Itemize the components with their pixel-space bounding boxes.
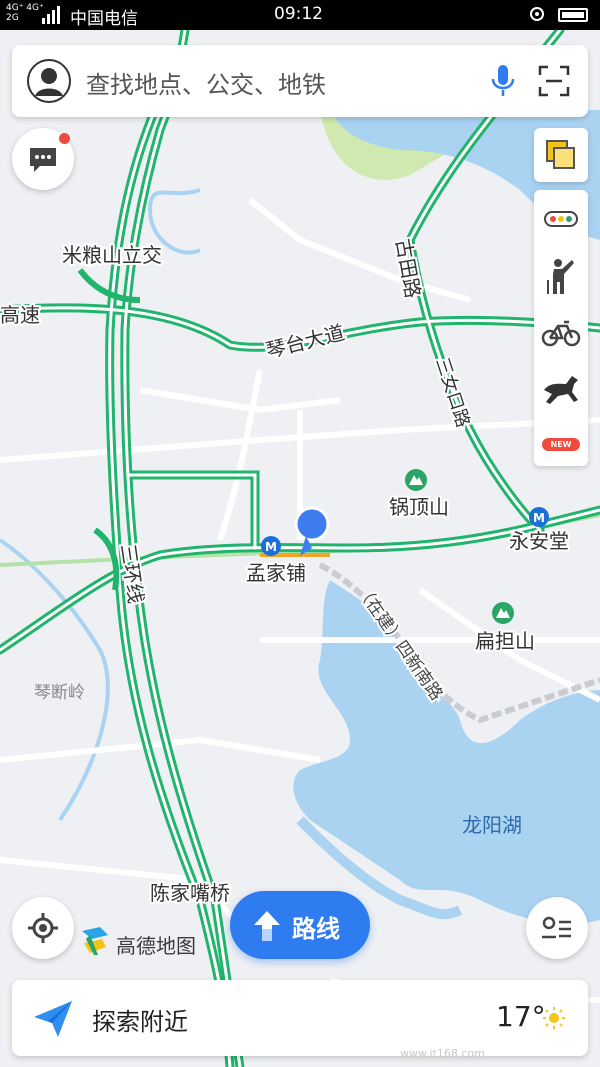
hail-taxi-button[interactable] [534, 250, 588, 304]
map-tools-panel: NEW [534, 190, 588, 466]
user-avatar-icon[interactable] [26, 58, 72, 104]
locate-button[interactable] [12, 897, 74, 959]
label-mengjiapu: 孟家铺 [246, 561, 306, 585]
crosshair-icon [28, 913, 58, 943]
route-button[interactable]: 路线 [230, 891, 370, 959]
metro-station-yonganta[interactable]: M [529, 507, 549, 527]
mountain-icon-biandanshan [492, 602, 514, 624]
bike-button[interactable] [534, 306, 588, 360]
label-yonganta: 永安堂 [509, 529, 569, 553]
scan-icon[interactable] [538, 65, 570, 97]
layers-button[interactable] [534, 128, 588, 182]
network-indicator: 4G⁺ 4G⁺ 2G [6, 3, 44, 23]
horse-icon [544, 376, 578, 404]
svg-text:M: M [265, 540, 277, 554]
network-top: 4G⁺ 4G⁺ [6, 3, 44, 13]
search-input[interactable]: 查找地点、公交、地铁 [86, 65, 326, 100]
label-biandanshan: 扁担山 [475, 629, 535, 653]
list-button[interactable] [526, 897, 588, 959]
route-button-label: 路线 [292, 915, 340, 943]
layers-icon [546, 140, 575, 169]
temperature: 17° [496, 1000, 546, 1033]
list-icon [542, 916, 571, 939]
amap-logo-icon [82, 927, 108, 955]
label-gudingshan: 锅顶山 [389, 495, 449, 519]
carrier-name: 中国电信 [70, 9, 138, 29]
explore-nearby-card[interactable]: 探索附近 17° [12, 980, 588, 1056]
traffic-button[interactable] [534, 194, 588, 248]
horse-button[interactable] [534, 362, 588, 416]
location-status-icon [530, 7, 544, 21]
traffic-icon [544, 211, 578, 227]
notification-dot [59, 133, 70, 144]
clock: 09:12 [274, 4, 323, 24]
bike-icon [541, 320, 581, 347]
network-bottom: 2G [6, 13, 19, 23]
label-qinduanling: 琴断岭 [34, 683, 85, 703]
microphone-icon[interactable] [490, 63, 516, 99]
brand-name: 高德地图 [116, 934, 196, 958]
label-milianshan: 米粮山立交 [62, 243, 162, 267]
mountain-icon-gudingshan [405, 469, 427, 491]
new-badge: NEW [542, 438, 580, 451]
label-highway: 高速 [0, 303, 40, 327]
explore-nearby-label: 探索附近 [92, 1008, 188, 1036]
search-bar[interactable]: 查找地点、公交、地铁 [12, 45, 588, 117]
status-bar: 4G⁺ 4G⁺ 2G 中国电信 09:12 [0, 0, 600, 30]
metro-station-mengjiapu[interactable]: M [261, 536, 281, 556]
svg-text:M: M [533, 511, 545, 525]
label-chenjiazuiqiao: 陈家嘴桥 [150, 881, 230, 905]
route-arrow-icon [254, 911, 280, 941]
signal-icon [42, 6, 60, 24]
hail-taxi-icon [547, 259, 574, 294]
battery-icon [558, 8, 588, 22]
label-longyang-lake: 龙阳湖 [462, 813, 522, 837]
sun-icon [543, 1007, 565, 1029]
paper-plane-icon [34, 1001, 72, 1037]
watermark: www.it168.com [400, 1047, 485, 1060]
